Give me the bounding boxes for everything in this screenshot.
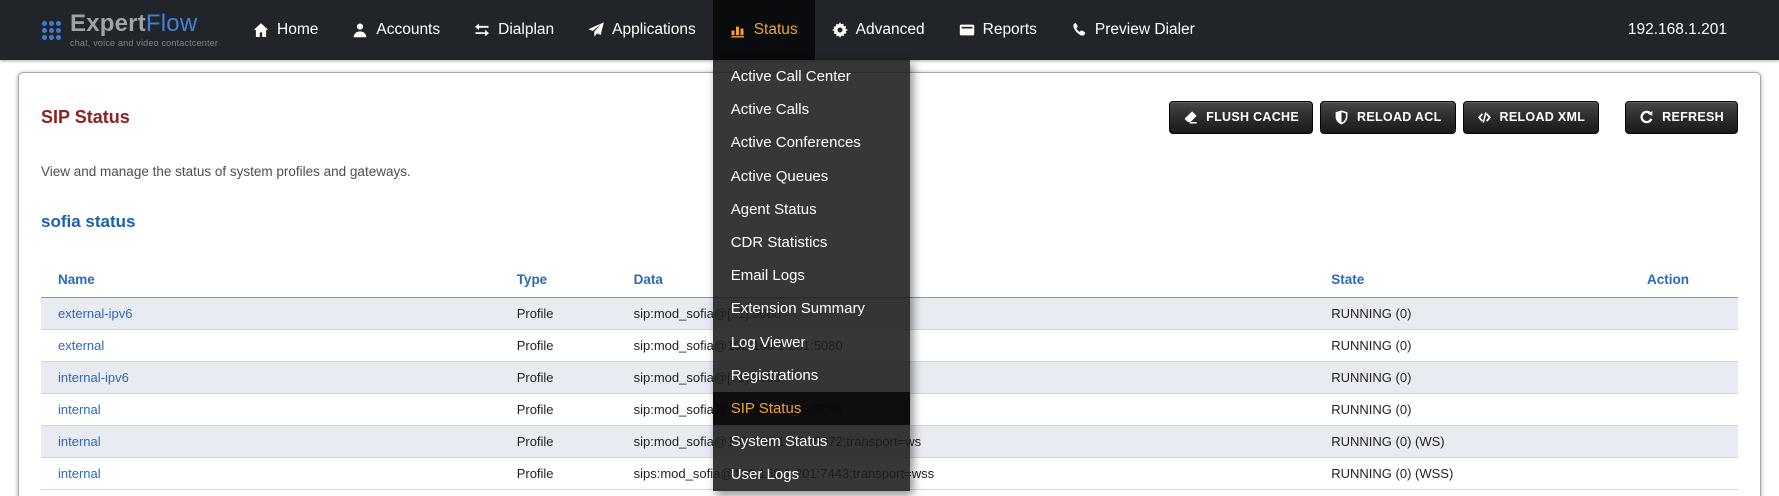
- gear-icon: [832, 22, 848, 38]
- page-title: SIP Status: [41, 107, 130, 128]
- bar-chart-icon: [730, 22, 746, 38]
- profile-name-link[interactable]: internal: [58, 434, 101, 449]
- column-header-action: Action: [1630, 263, 1738, 297]
- profile-state: RUNNING (0): [1314, 297, 1630, 329]
- nav-item-reports[interactable]: Reports: [942, 0, 1054, 60]
- profile-type: Profile: [500, 329, 617, 361]
- eraser-icon: [1183, 110, 1198, 125]
- reload-acl-button[interactable]: RELOAD ACL: [1320, 101, 1455, 134]
- profile-type: Profile: [500, 457, 617, 489]
- menu-item-active-calls[interactable]: Active Calls: [713, 93, 910, 126]
- nav-item-applications[interactable]: Applications: [571, 0, 713, 60]
- refresh-icon: [1639, 110, 1654, 125]
- nav-item-label: Home: [277, 21, 318, 39]
- nav-item-label: Dialplan: [498, 21, 554, 39]
- server-address: 192.168.1.201: [1628, 21, 1779, 39]
- nav-item-label: Applications: [612, 21, 696, 39]
- menu-item-sip-status[interactable]: SIP Status: [713, 392, 910, 425]
- logo-dots-icon: [42, 21, 61, 40]
- menu-item-extension-summary[interactable]: Extension Summary: [713, 292, 910, 325]
- nav-item-accounts[interactable]: Accounts: [335, 0, 457, 60]
- shield-icon: [1334, 110, 1349, 125]
- status-dropdown-menu: Active Call Center Active Calls Active C…: [713, 60, 910, 491]
- profile-action: [1630, 425, 1738, 457]
- profile-name-link[interactable]: external: [58, 338, 104, 353]
- nav-item-label: Preview Dialer: [1095, 21, 1195, 39]
- profile-type: Profile: [500, 425, 617, 457]
- column-header-type: Type: [500, 263, 617, 297]
- profile-state: RUNNING (0): [1314, 393, 1630, 425]
- profile-state: RUNNING (0): [1314, 329, 1630, 361]
- nav-item-advanced[interactable]: Advanced: [815, 0, 942, 60]
- brand-name: ExpertFlow: [70, 12, 218, 36]
- menu-item-log-viewer[interactable]: Log Viewer: [713, 326, 910, 359]
- flush-cache-button[interactable]: FLUSH CACHE: [1169, 101, 1313, 134]
- menu-item-active-queues[interactable]: Active Queues: [713, 160, 910, 193]
- profile-state: RUNNING (0) (WSS): [1314, 457, 1630, 489]
- brand-tagline: chat, voice and video contactcenter: [70, 38, 218, 48]
- nav-item-preview-dialer[interactable]: Preview Dialer: [1054, 0, 1212, 60]
- menu-item-active-conferences[interactable]: Active Conferences: [713, 126, 910, 159]
- paper-plane-icon: [588, 22, 604, 38]
- column-header-name: Name: [41, 263, 500, 297]
- menu-item-registrations[interactable]: Registrations: [713, 359, 910, 392]
- top-navbar: ExpertFlow chat, voice and video contact…: [0, 0, 1779, 60]
- nav-item-dialplan[interactable]: Dialplan: [457, 0, 571, 60]
- menu-item-agent-status[interactable]: Agent Status: [713, 193, 910, 226]
- profile-name-link[interactable]: internal: [58, 402, 101, 417]
- code-icon: [1477, 110, 1492, 125]
- profile-type: Profile: [500, 297, 617, 329]
- refresh-button[interactable]: REFRESH: [1625, 101, 1738, 134]
- profile-action: [1630, 393, 1738, 425]
- profile-type: Profile: [500, 361, 617, 393]
- reload-xml-button[interactable]: RELOAD XML: [1463, 101, 1600, 134]
- profile-action: [1630, 297, 1738, 329]
- nav-item-label: Status: [754, 21, 798, 39]
- brand-logo[interactable]: ExpertFlow chat, voice and video contact…: [42, 12, 220, 48]
- column-header-state: State: [1314, 263, 1630, 297]
- profile-action: [1630, 329, 1738, 361]
- menu-item-active-call-center[interactable]: Active Call Center: [713, 60, 910, 93]
- menu-item-cdr-statistics[interactable]: CDR Statistics: [713, 226, 910, 259]
- menu-item-email-logs[interactable]: Email Logs: [713, 259, 910, 292]
- menu-item-system-status[interactable]: System Status: [713, 425, 910, 458]
- profile-name-link[interactable]: external-ipv6: [58, 306, 132, 321]
- toolbar: FLUSH CACHE RELOAD ACL RELOAD XML REFRES…: [1169, 101, 1738, 134]
- profile-name-link[interactable]: internal: [58, 466, 101, 481]
- profile-type: Profile: [500, 393, 617, 425]
- profile-state: RUNNING (0): [1314, 361, 1630, 393]
- main-nav: Home Accounts Dialplan Applications Stat…: [236, 0, 1212, 60]
- profile-name-link[interactable]: internal-ipv6: [58, 370, 129, 385]
- nav-item-label: Reports: [983, 21, 1037, 39]
- profile-action: [1630, 457, 1738, 489]
- profile-state: RUNNING (0) (WS): [1314, 425, 1630, 457]
- menu-item-user-logs[interactable]: User Logs: [713, 458, 910, 491]
- arrows-icon: [474, 22, 490, 38]
- drive-icon: [959, 22, 975, 38]
- nav-item-status[interactable]: Status Active Call Center Active Calls A…: [713, 0, 815, 60]
- nav-item-label: Accounts: [376, 21, 440, 39]
- person-icon: [352, 22, 368, 38]
- home-icon: [253, 22, 269, 38]
- profile-action: [1630, 361, 1738, 393]
- nav-item-label: Advanced: [856, 21, 925, 39]
- phone-icon: [1071, 22, 1087, 38]
- nav-item-home[interactable]: Home: [236, 0, 335, 60]
